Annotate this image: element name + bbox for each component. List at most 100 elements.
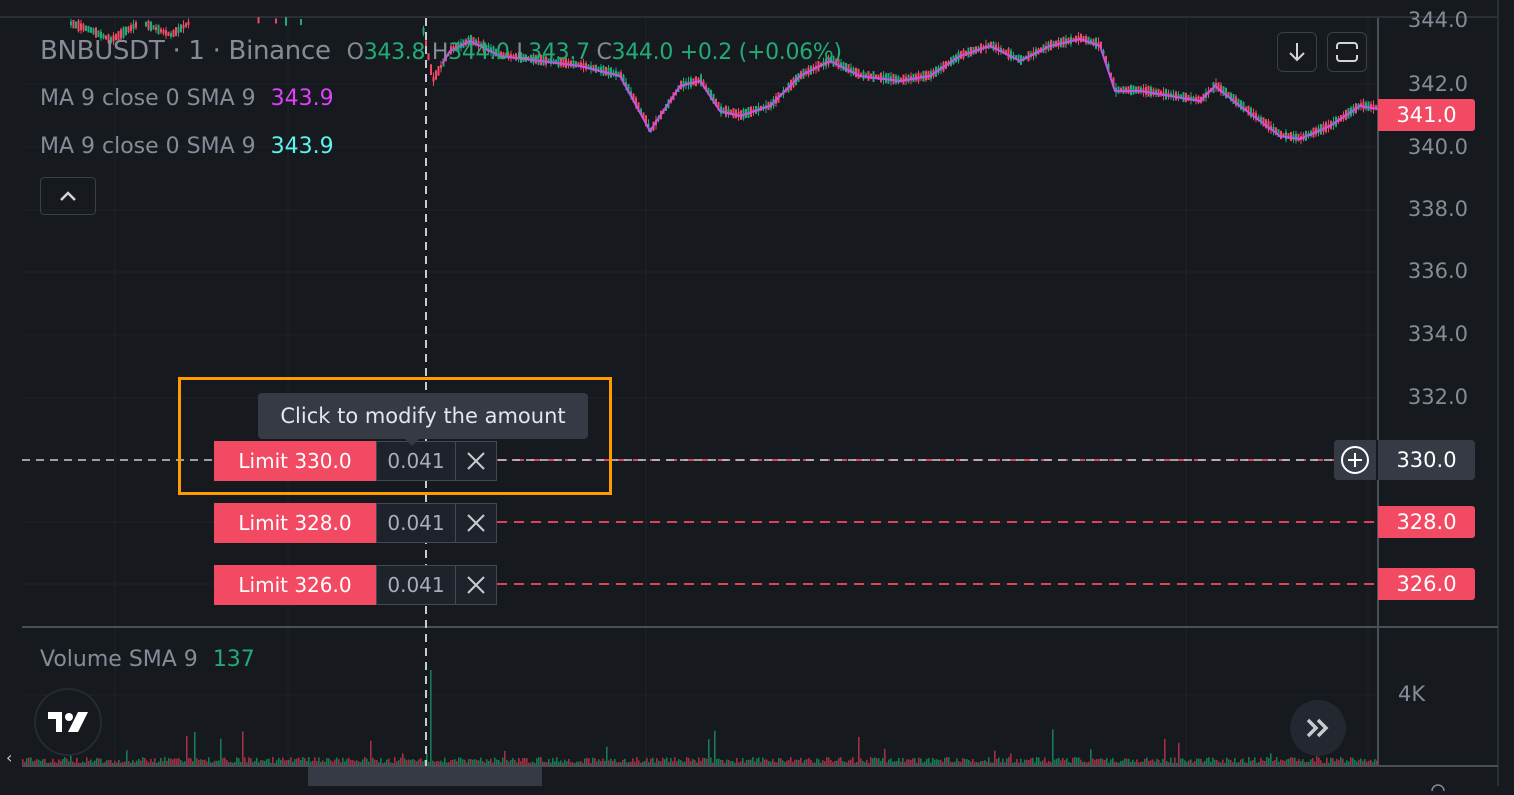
volume-bar: [852, 757, 854, 765]
volume-bar: [336, 757, 338, 765]
volume-bar: [416, 761, 418, 765]
volume-bar: [420, 758, 422, 765]
volume-bar: [314, 757, 316, 765]
volume-bar: [706, 758, 708, 765]
volume-bar: [432, 760, 434, 765]
volume-bar: [598, 759, 600, 765]
volume-bar: [316, 761, 318, 765]
volume-bar: [1222, 759, 1224, 765]
volume-bar: [404, 758, 406, 765]
volume-bar: [1294, 757, 1296, 765]
volume-bar: [982, 761, 984, 765]
volume-bar: [514, 759, 516, 765]
price-axis-label: 332.0: [1407, 385, 1468, 409]
volume-bar: [528, 762, 530, 765]
volume-bar: [1068, 761, 1070, 765]
volume-bar: [246, 762, 248, 765]
volume-bar: [1366, 761, 1368, 765]
indicator-ma-2[interactable]: MA 9 close 0 SMA 9 343.9: [40, 134, 334, 159]
volume-bar: [962, 758, 964, 765]
volume-bar: [1238, 762, 1240, 765]
volume-bar: [1072, 757, 1074, 765]
volume-bar: [1022, 762, 1024, 765]
volume-bar: [396, 761, 398, 765]
volume-bar: [518, 757, 520, 765]
volume-bar: [1326, 757, 1328, 765]
volume-bar: [64, 757, 66, 765]
volume-bar: [524, 757, 526, 765]
volume-bar: [146, 760, 148, 765]
price-axis-label: 342.0: [1407, 72, 1468, 96]
volume-bar: [994, 750, 996, 765]
volume-bar: [76, 757, 78, 765]
volume-bar: [166, 760, 168, 765]
volume-bar: [310, 761, 312, 765]
tradingview-logo[interactable]: [34, 688, 102, 756]
volume-bar: [234, 762, 236, 765]
volume-bar: [996, 759, 998, 765]
cancel-order-button[interactable]: [456, 565, 497, 605]
symbol-ticker[interactable]: BNBUSDT: [40, 36, 165, 66]
high-label: H: [431, 40, 449, 65]
scroll-to-realtime-button[interactable]: [1290, 700, 1346, 756]
scroll-down-button[interactable]: [1277, 32, 1317, 72]
order-row[interactable]: Limit 326.0 0.041: [214, 565, 497, 605]
volume-bar: [668, 761, 670, 765]
volume-bar: [1036, 757, 1038, 765]
order-quantity[interactable]: 0.041: [376, 565, 456, 605]
order-label[interactable]: Limit 328.0: [214, 503, 376, 543]
volume-bar: [818, 759, 820, 765]
volume-bar: [1104, 760, 1106, 765]
volume-bar: [584, 758, 586, 765]
volume-bar: [42, 759, 44, 765]
volume-legend[interactable]: Volume SMA 9 137: [40, 647, 255, 672]
volume-bar: [108, 760, 110, 765]
time-axis-scrollbar[interactable]: [308, 767, 542, 786]
volume-bar: [1086, 762, 1088, 765]
volume-bar: [26, 758, 28, 765]
order-quantity[interactable]: 0.041: [376, 503, 456, 543]
volume-bar: [966, 759, 968, 765]
volume-bar: [1008, 757, 1010, 765]
volume-bar: [700, 760, 702, 765]
order-label[interactable]: Limit 326.0: [214, 565, 376, 605]
volume-bar: [608, 760, 610, 765]
volume-bar: [270, 762, 272, 765]
volume-bar: [292, 761, 294, 765]
volume-bar: [94, 760, 96, 765]
volume-bars: [22, 670, 1378, 765]
symbol-legend[interactable]: BNBUSDT · 1 · Binance O343.8 H344.0 L343…: [40, 36, 842, 66]
volume-bar: [810, 759, 812, 765]
volume-bar: [436, 760, 438, 765]
volume-bar: [1292, 757, 1294, 765]
add-order-button[interactable]: [1334, 440, 1378, 480]
volume-bar: [764, 759, 766, 765]
volume-bar: [694, 760, 696, 765]
volume-bar: [372, 757, 374, 765]
volume-bar: [696, 762, 698, 765]
volume-bar: [1132, 759, 1134, 765]
collapse-legend-button[interactable]: [40, 177, 96, 215]
volume-bar: [698, 757, 700, 765]
volume-bar: [362, 759, 364, 765]
volume-bar: [174, 758, 176, 765]
settings-icon[interactable]: [1428, 776, 1448, 795]
volume-bar: [176, 758, 178, 765]
volume-bar: [1262, 760, 1264, 765]
scroll-left-icon[interactable]: ‹: [6, 748, 12, 767]
cancel-order-button[interactable]: [456, 503, 497, 543]
indicator-ma-1[interactable]: MA 9 close 0 SMA 9 343.9: [40, 86, 334, 111]
volume-bar: [770, 761, 772, 765]
volume-bar: [592, 757, 594, 765]
volume-bar: [1160, 762, 1162, 765]
volume-bar: [1310, 759, 1312, 765]
volume-bar: [1354, 759, 1356, 765]
volume-bar: [612, 760, 614, 765]
volume-bar: [578, 761, 580, 765]
symbol-interval[interactable]: 1: [188, 36, 205, 66]
volume-bar: [546, 762, 548, 765]
order-row[interactable]: Limit 328.0 0.041: [214, 503, 497, 543]
volume-bar: [970, 761, 972, 765]
fullscreen-button[interactable]: [1327, 32, 1367, 72]
volume-bar: [602, 758, 604, 765]
